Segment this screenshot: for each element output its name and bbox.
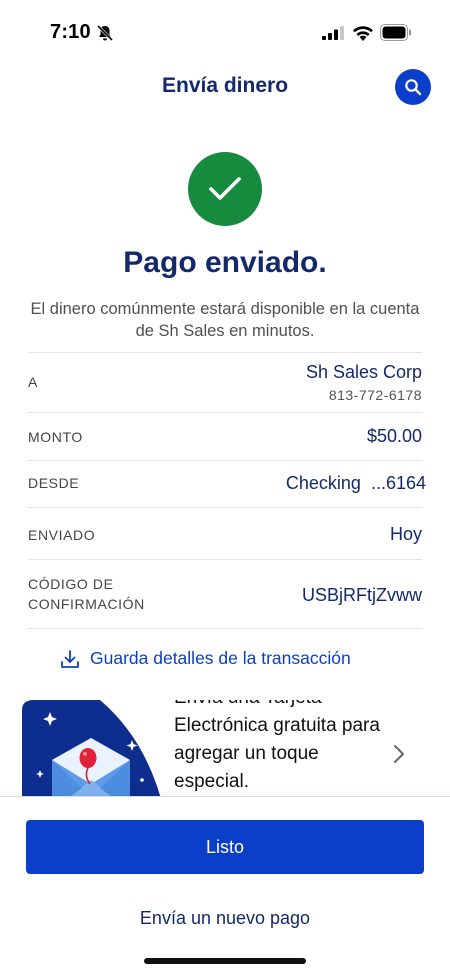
confirmation-code: USBjRFtjZvww	[302, 585, 422, 605]
detail-label-from: DESDE	[28, 475, 80, 491]
detail-label-confirmation-line2: CONFIRMACIÓN	[28, 596, 145, 612]
done-button[interactable]: Listo	[26, 820, 424, 874]
recipient-name: Sh Sales Corp	[305, 362, 422, 382]
search-icon	[405, 79, 422, 96]
detail-label-to: A	[28, 374, 38, 390]
recipient-phone: 813-772-6178	[328, 387, 422, 403]
detail-row-from: DESDE Checking ...6164	[28, 460, 426, 507]
save-details-label: Guarda detalles de la transacción	[90, 648, 351, 668]
chevron-right-icon[interactable]	[392, 744, 406, 764]
battery-icon	[380, 24, 412, 41]
page-title: Envía dinero	[161, 74, 289, 97]
detail-row-sent: ENVIADO Hoy	[28, 507, 422, 559]
search-button[interactable]	[395, 69, 431, 105]
success-message: El dinero comúnmente estará disponible e…	[30, 300, 420, 340]
from-account-value: Checking ...6164	[285, 473, 426, 493]
save-details-link[interactable]: Guarda detalles de la transacción	[60, 648, 351, 669]
download-icon	[61, 649, 79, 668]
ecard-promo-card[interactable]: Envía una Tarjeta Electrónica gratuita p…	[22, 700, 428, 810]
envelope-balloon-icon	[22, 700, 164, 810]
success-title: Pago enviado.	[123, 246, 327, 279]
wifi-icon	[353, 26, 373, 41]
detail-row-amount: MONTO $50.00	[28, 412, 422, 460]
success-badge	[188, 152, 262, 226]
detail-row-to: A Sh Sales Corp 813-772-6178	[28, 352, 422, 412]
home-indicator	[144, 958, 306, 964]
detail-row-confirmation: CÓDIGO DE CONFIRMACIÓN USBjRFtjZvww	[28, 559, 422, 629]
sent-value: Hoy	[389, 524, 422, 544]
status-bar: 7:10	[0, 0, 450, 62]
detail-label-sent: ENVIADO	[28, 527, 96, 543]
bell-slash-icon	[96, 24, 114, 42]
new-payment-link[interactable]: Envía un nuevo pago	[0, 908, 450, 929]
status-time: 7:10	[50, 21, 91, 43]
signal-icon	[322, 26, 344, 40]
detail-label-amount: MONTO	[28, 429, 83, 445]
amount-value: $50.00	[366, 426, 422, 446]
detail-label-confirmation-line1: CÓDIGO DE	[28, 576, 114, 592]
ecard-promo-text: Envía una Tarjeta Electrónica gratuita p…	[174, 700, 380, 792]
checkmark-icon	[209, 177, 241, 200]
